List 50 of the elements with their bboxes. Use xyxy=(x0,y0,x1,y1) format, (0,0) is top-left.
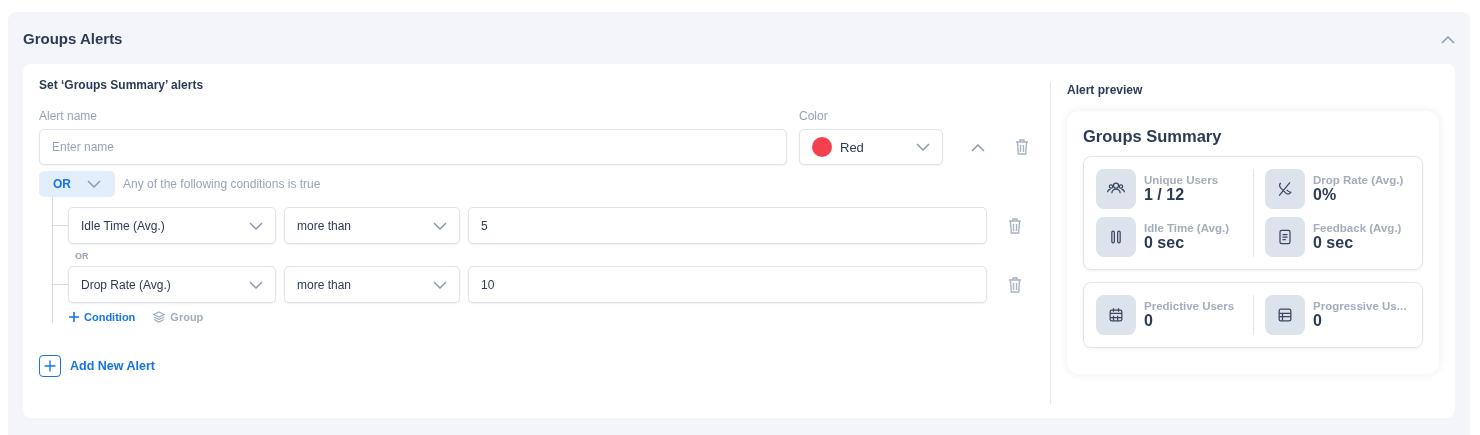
document-icon xyxy=(1265,217,1305,257)
card-title: Groups Summary xyxy=(1083,127,1223,146)
chevron-down-icon xyxy=(249,280,263,289)
color-select[interactable]: Red xyxy=(799,129,943,165)
stat-value: 0 xyxy=(1313,312,1323,330)
people-icon xyxy=(1096,169,1136,209)
metric-select[interactable]: Drop Rate (Avg.) xyxy=(68,266,276,303)
plus-icon xyxy=(68,311,80,323)
comparison-select[interactable]: more than xyxy=(284,266,460,303)
plus-icon xyxy=(39,355,61,377)
chevron-down-icon xyxy=(433,221,447,230)
layers-icon xyxy=(153,311,166,323)
table-icon xyxy=(1265,295,1305,335)
stat-value: 1 / 12 xyxy=(1144,186,1186,204)
add-condition-button[interactable]: Condition xyxy=(68,311,136,323)
trash-icon[interactable] xyxy=(1008,276,1022,293)
stat-label: Feedback (Avg.) xyxy=(1313,222,1402,234)
operator-select[interactable]: OR xyxy=(39,171,115,197)
field-label: Color xyxy=(799,109,828,123)
metric-select[interactable]: Idle Time (Avg.) xyxy=(68,207,276,244)
chevron-down-icon xyxy=(433,280,447,289)
stat-label: Drop Rate (Avg.) xyxy=(1313,174,1404,186)
editor-title: Set ‘Groups Summary’ alerts xyxy=(39,78,205,92)
chevron-down-icon xyxy=(87,180,101,188)
preview-title: Alert preview xyxy=(1067,83,1144,97)
stat-label: Unique Users xyxy=(1144,174,1219,186)
comparison-select[interactable]: more than xyxy=(284,207,460,244)
stat-label: Idle Time (Avg.) xyxy=(1144,222,1229,234)
collapse-icon[interactable] xyxy=(1441,35,1455,44)
stat-label: Progressive Us... xyxy=(1313,300,1407,312)
stat-value: 0 sec xyxy=(1313,234,1355,252)
operator-hint: Any of the following conditions is true xyxy=(123,177,321,191)
stat-value: 0 xyxy=(1144,312,1154,330)
value-field[interactable]: 5 xyxy=(468,207,987,244)
stat-value: 0% xyxy=(1313,186,1338,204)
trash-icon[interactable] xyxy=(1015,139,1029,155)
value-field[interactable]: 10 xyxy=(468,266,987,303)
stat-value: 0 sec xyxy=(1144,234,1186,252)
trash-icon[interactable] xyxy=(1008,217,1022,234)
field-label: Alert name xyxy=(39,109,98,123)
section-title: Groups Alerts xyxy=(23,29,123,47)
alert-name-field[interactable]: Enter name xyxy=(39,129,787,165)
calendar-icon xyxy=(1096,295,1136,335)
collapse-icon[interactable] xyxy=(971,144,985,152)
chevron-down-icon xyxy=(249,221,263,230)
stat-label: Predictive Users xyxy=(1144,300,1235,312)
chevron-down-icon xyxy=(916,143,930,151)
joiner-label: OR xyxy=(75,251,89,261)
add-alert-button[interactable]: Add New Alert xyxy=(39,355,155,377)
pause-icon xyxy=(1096,217,1136,257)
